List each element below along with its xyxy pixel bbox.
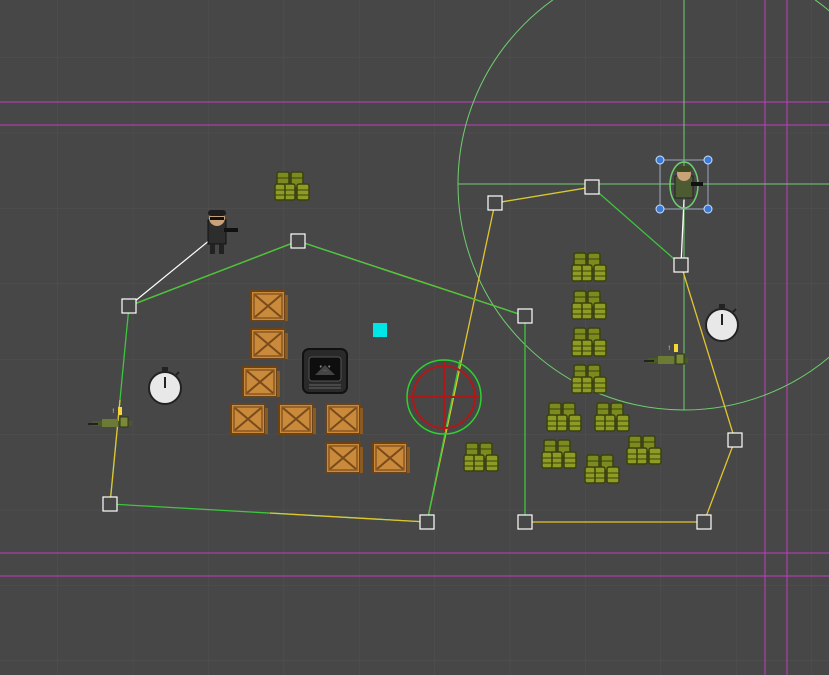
editor-grid <box>0 0 829 675</box>
vault-door-icon[interactable]: •_• <box>302 348 348 394</box>
crate[interactable] <box>250 328 289 360</box>
crate[interactable] <box>325 403 364 435</box>
selection-handle[interactable] <box>655 155 665 165</box>
waypoint-node[interactable] <box>121 298 137 314</box>
crate[interactable] <box>278 403 317 435</box>
selection-handle[interactable] <box>655 204 665 214</box>
game-editor-viewport[interactable]: ! <box>0 0 829 675</box>
selection-handle[interactable] <box>703 204 713 214</box>
crate[interactable] <box>230 403 269 435</box>
spawn-marker[interactable] <box>373 323 387 337</box>
waypoint-node[interactable] <box>487 195 503 211</box>
waypoint-node[interactable] <box>290 233 306 249</box>
waypoint-node[interactable] <box>584 179 600 195</box>
crosshair-target-icon[interactable] <box>406 359 482 435</box>
crate[interactable] <box>325 442 364 474</box>
waypoint-node[interactable] <box>517 514 533 530</box>
waypoint-node[interactable] <box>727 432 743 448</box>
crate[interactable] <box>372 442 411 474</box>
crate[interactable] <box>250 290 289 322</box>
svg-text:•_•: •_• <box>319 363 332 371</box>
waypoint-node[interactable] <box>517 308 533 324</box>
waypoint-node[interactable] <box>696 514 712 530</box>
selection-handle[interactable] <box>703 155 713 165</box>
waypoint-node[interactable] <box>419 514 435 530</box>
waypoint-node[interactable] <box>102 496 118 512</box>
crate[interactable] <box>242 366 281 398</box>
waypoint-node[interactable] <box>673 257 689 273</box>
